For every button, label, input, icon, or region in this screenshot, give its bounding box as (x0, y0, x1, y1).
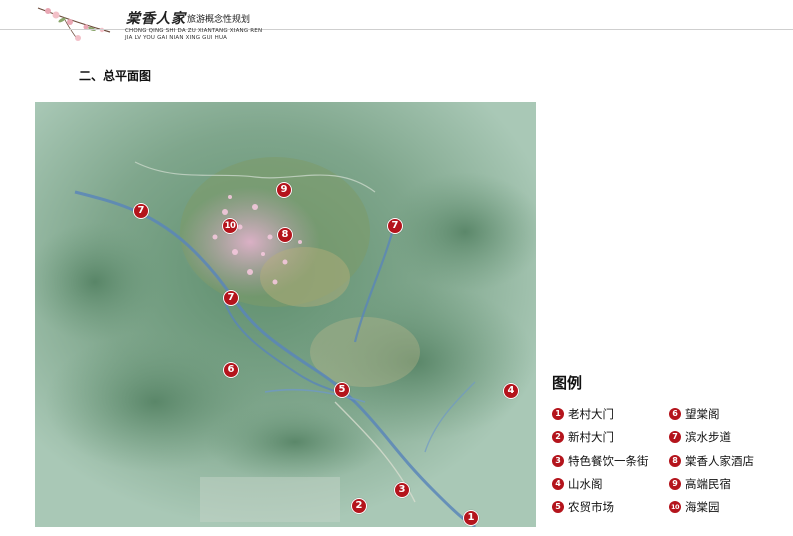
legend-item-7: 7 滨水步道 (669, 430, 731, 444)
legend-number-icon: 1 (552, 408, 564, 420)
legend-number-icon: 10 (669, 501, 681, 513)
map-marker-6[interactable]: 6 (223, 362, 239, 378)
legend-label: 特色餐饮一条街 (568, 454, 649, 468)
map-terrain (35, 102, 536, 527)
legend-label: 滨水步道 (685, 430, 731, 444)
header-divider (0, 29, 793, 30)
map-marker-4[interactable]: 4 (503, 383, 519, 399)
map-marker-10[interactable]: 10 (222, 218, 238, 234)
legend-label: 高端民宿 (685, 477, 731, 491)
legend-item-10: 10 海棠园 (669, 500, 720, 514)
legend-item-5: 5 农贸市场 (552, 500, 614, 514)
legend-item-2: 2 新村大门 (552, 430, 614, 444)
legend-item-6: 6 望棠阁 (669, 407, 720, 421)
legend-number-icon: 8 (669, 455, 681, 467)
legend-number-icon: 3 (552, 455, 564, 467)
legend-title: 图例 (552, 374, 583, 392)
map-marker-5[interactable]: 5 (334, 382, 350, 398)
brand-pinyin-line1: CHONG QING SHI DA ZU XIANTANG XIANG REN (125, 28, 263, 34)
legend-label: 农贸市场 (568, 500, 614, 514)
page-header: 棠香人家 旅游概念性规划 CHONG QING SHI DA ZU XIANTA… (0, 0, 793, 44)
legend-number-icon: 4 (552, 478, 564, 490)
legend-item-8: 8 棠香人家酒店 (669, 454, 754, 468)
map-marker-2[interactable]: 2 (351, 498, 367, 514)
map-marker-8[interactable]: 8 (277, 227, 293, 243)
legend-label: 老村大门 (568, 407, 614, 421)
legend-label: 海棠园 (685, 500, 720, 514)
legend-label: 山水阁 (568, 477, 603, 491)
legend-item-1: 1 老村大门 (552, 407, 614, 421)
legend-label: 新村大门 (568, 430, 614, 444)
map-marker-7a[interactable]: 7 (133, 203, 149, 219)
master-plan-map: 1 2 3 4 5 6 7 7 7 8 9 10 (35, 102, 536, 527)
map-marker-7b[interactable]: 7 (387, 218, 403, 234)
brand-pinyin-line2: JIA LV YOU GAI NIAN XING GUI HUA (125, 35, 228, 41)
legend-item-3: 3 特色餐饮一条街 (552, 454, 649, 468)
legend-label: 棠香人家酒店 (685, 454, 754, 468)
legend-number-icon: 7 (669, 431, 681, 443)
legend-item-4: 4 山水阁 (552, 477, 603, 491)
legend-number-icon: 5 (552, 501, 564, 513)
legend-number-icon: 9 (669, 478, 681, 490)
map-marker-1[interactable]: 1 (463, 510, 479, 526)
brand-name: 棠香人家 (126, 11, 186, 27)
legend-number-icon: 6 (669, 408, 681, 420)
legend-label: 望棠阁 (685, 407, 720, 421)
legend-item-9: 9 高端民宿 (669, 477, 731, 491)
legend-number-icon: 2 (552, 431, 564, 443)
section-title: 二、总平面图 (79, 69, 152, 83)
brand-subtitle: 旅游概念性规划 (187, 15, 251, 25)
map-marker-9[interactable]: 9 (276, 182, 292, 198)
blossom-branch-logo (37, 7, 111, 41)
map-marker-7c[interactable]: 7 (223, 290, 239, 306)
map-marker-3[interactable]: 3 (394, 482, 410, 498)
